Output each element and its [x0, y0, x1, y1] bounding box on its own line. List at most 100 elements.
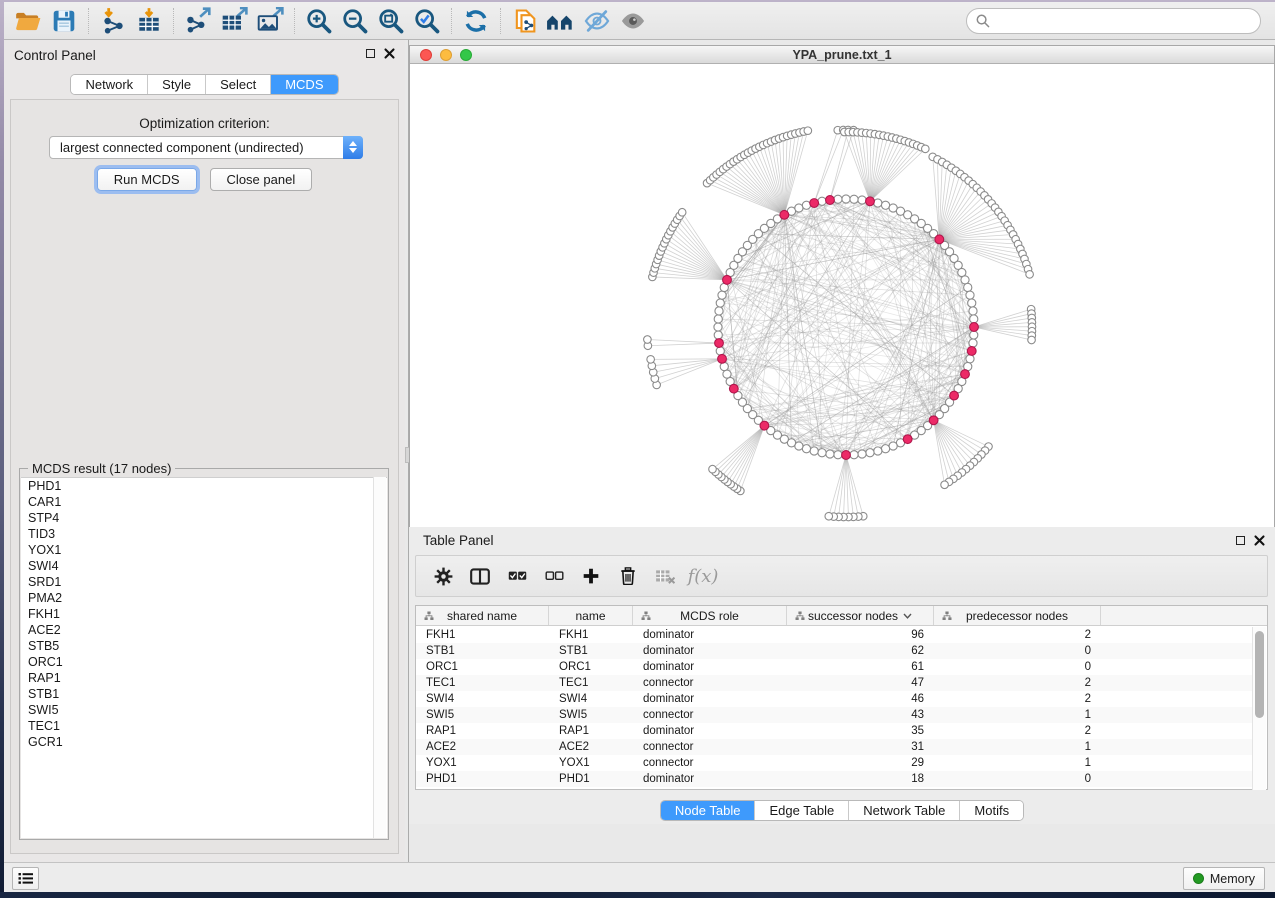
table-row[interactable]: RAP1RAP1dominator352: [416, 723, 1254, 739]
mcds-node[interactable]: [970, 323, 979, 332]
tab-motifs[interactable]: Motifs: [960, 801, 1023, 820]
ring-node[interactable]: [970, 331, 978, 339]
ring-node[interactable]: [889, 442, 897, 450]
mcds-node[interactable]: [929, 416, 938, 425]
mcds-node[interactable]: [842, 451, 851, 460]
ring-node[interactable]: [834, 451, 842, 459]
mcds-node[interactable]: [729, 384, 738, 393]
ring-node[interactable]: [850, 195, 858, 203]
tab-style[interactable]: Style: [148, 75, 206, 94]
table-row[interactable]: ACE2ACE2connector311: [416, 739, 1254, 755]
show-all-button[interactable]: [615, 5, 651, 37]
column-header-shared-name[interactable]: shared name: [416, 606, 549, 625]
mcds-result-item[interactable]: STB1: [21, 686, 387, 702]
leaf-node[interactable]: [1026, 271, 1034, 279]
zoom-fit-button[interactable]: [373, 5, 409, 37]
save-session-button[interactable]: [46, 5, 82, 37]
table-row[interactable]: SWI5SWI5connector431: [416, 707, 1254, 723]
mcds-node[interactable]: [961, 370, 970, 379]
mcds-node[interactable]: [935, 235, 944, 244]
ring-node[interactable]: [802, 445, 810, 453]
first-neighbors-button[interactable]: [543, 5, 579, 37]
criterion-select[interactable]: largest connected component (undirected): [49, 136, 363, 159]
mcds-node[interactable]: [723, 275, 732, 284]
ring-node[interactable]: [716, 347, 724, 355]
ring-node[interactable]: [858, 450, 866, 458]
table-row[interactable]: SWI4SWI4dominator462: [416, 691, 1254, 707]
column-header-predecessor-nodes[interactable]: predecessor nodes: [934, 606, 1101, 625]
table-scrollbar[interactable]: [1252, 627, 1266, 790]
tab-node-table[interactable]: Node Table: [661, 801, 756, 820]
search-box[interactable]: [966, 8, 1261, 34]
ring-node[interactable]: [874, 199, 882, 207]
leaf-node[interactable]: [941, 481, 949, 489]
mcds-result-item[interactable]: TID3: [21, 526, 387, 542]
mcds-result-item[interactable]: SRD1: [21, 574, 387, 590]
table-row[interactable]: STB1STB1dominator620: [416, 643, 1254, 659]
table-row[interactable]: YOX1YOX1connector291: [416, 755, 1254, 771]
ring-node[interactable]: [715, 307, 723, 315]
mcds-node[interactable]: [967, 347, 976, 356]
task-history-button[interactable]: [12, 867, 39, 890]
zoom-in-button[interactable]: [301, 5, 337, 37]
table-row[interactable]: PHD1PHD1dominator180: [416, 771, 1254, 787]
zoom-out-button[interactable]: [337, 5, 373, 37]
table-settings-button[interactable]: [428, 561, 458, 591]
mcds-result-item[interactable]: PHD1: [21, 478, 387, 494]
ring-node[interactable]: [795, 204, 803, 212]
mcds-result-item[interactable]: ORC1: [21, 654, 387, 670]
mcds-result-item[interactable]: STP4: [21, 510, 387, 526]
close-panel-button[interactable]: Close panel: [210, 168, 313, 191]
float-panel-icon[interactable]: [366, 49, 375, 58]
table-row[interactable]: ORC1ORC1dominator610: [416, 659, 1254, 675]
mcds-result-item[interactable]: YOX1: [21, 542, 387, 558]
show-columns-button[interactable]: [465, 561, 495, 591]
tab-network[interactable]: Network: [71, 75, 148, 94]
ring-node[interactable]: [810, 447, 818, 455]
table-row[interactable]: TEC1TEC1connector472: [416, 675, 1254, 691]
search-input[interactable]: [995, 11, 1260, 31]
network-titlebar[interactable]: YPA_prune.txt_1: [410, 46, 1274, 64]
export-network-button[interactable]: [180, 5, 216, 37]
run-mcds-button[interactable]: Run MCDS: [97, 168, 197, 191]
open-file-button[interactable]: [10, 5, 46, 37]
ring-node[interactable]: [850, 451, 858, 459]
export-table-button[interactable]: [216, 5, 252, 37]
ring-node[interactable]: [818, 449, 826, 457]
leaf-node[interactable]: [804, 127, 812, 135]
mcds-node[interactable]: [810, 199, 819, 208]
close-table-panel-icon[interactable]: [1254, 535, 1265, 546]
mcds-result-item[interactable]: STB5: [21, 638, 387, 654]
leaf-node[interactable]: [825, 512, 833, 520]
export-image-button[interactable]: [252, 5, 288, 37]
ring-node[interactable]: [826, 450, 834, 458]
leaf-node[interactable]: [678, 208, 686, 216]
ring-node[interactable]: [964, 283, 972, 291]
table-scrollbar-thumb[interactable]: [1255, 631, 1264, 718]
ring-node[interactable]: [718, 291, 726, 299]
mcds-result-item[interactable]: CAR1: [21, 494, 387, 510]
ring-node[interactable]: [834, 195, 842, 203]
import-network-button[interactable]: [95, 5, 131, 37]
mcds-node[interactable]: [780, 210, 789, 219]
mcds-node[interactable]: [903, 435, 912, 444]
tab-select[interactable]: Select: [206, 75, 271, 94]
leaf-node[interactable]: [1028, 336, 1036, 344]
select-all-rows-button[interactable]: [502, 561, 532, 591]
ring-node[interactable]: [858, 196, 866, 204]
memory-button[interactable]: Memory: [1183, 867, 1265, 890]
mcds-node[interactable]: [760, 421, 769, 430]
add-column-button[interactable]: [576, 561, 606, 591]
ring-node[interactable]: [966, 355, 974, 363]
ring-node[interactable]: [968, 299, 976, 307]
network-canvas[interactable]: [410, 64, 1274, 561]
ring-node[interactable]: [961, 276, 969, 284]
ring-node[interactable]: [969, 339, 977, 347]
deselect-all-rows-button[interactable]: [539, 561, 569, 591]
leaf-node[interactable]: [922, 145, 930, 153]
leaf-node[interactable]: [709, 465, 717, 473]
mcds-result-scrollbar[interactable]: [373, 477, 386, 838]
ring-node[interactable]: [866, 449, 874, 457]
mcds-result-item[interactable]: FKH1: [21, 606, 387, 622]
mcds-result-item[interactable]: SWI4: [21, 558, 387, 574]
